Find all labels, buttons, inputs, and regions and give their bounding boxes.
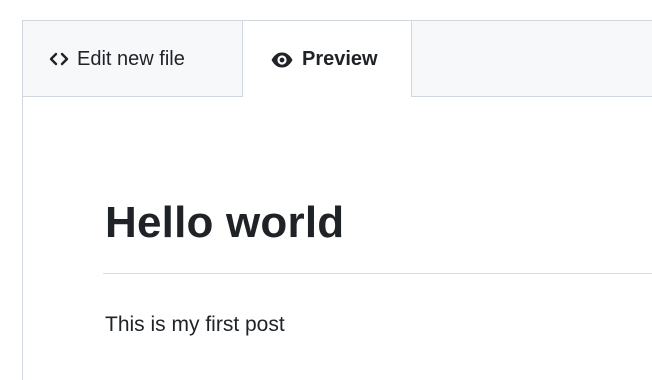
- preview-content: Hello world This is my first post: [23, 97, 652, 380]
- tab-bar: Edit new file Preview: [23, 21, 652, 98]
- tab-preview[interactable]: Preview: [242, 21, 412, 98]
- heading-divider: [103, 273, 652, 274]
- tab-edit-new-file[interactable]: Edit new file: [23, 21, 242, 97]
- preview-heading: Hello world: [105, 198, 345, 247]
- tab-edit-label: Edit new file: [77, 47, 185, 70]
- tab-preview-label: Preview: [302, 48, 378, 70]
- code-icon: [49, 51, 69, 67]
- eye-icon: [270, 51, 294, 69]
- editor-panel: Edit new file Preview Hello world This i…: [22, 20, 652, 380]
- preview-paragraph: This is my first post: [105, 313, 285, 336]
